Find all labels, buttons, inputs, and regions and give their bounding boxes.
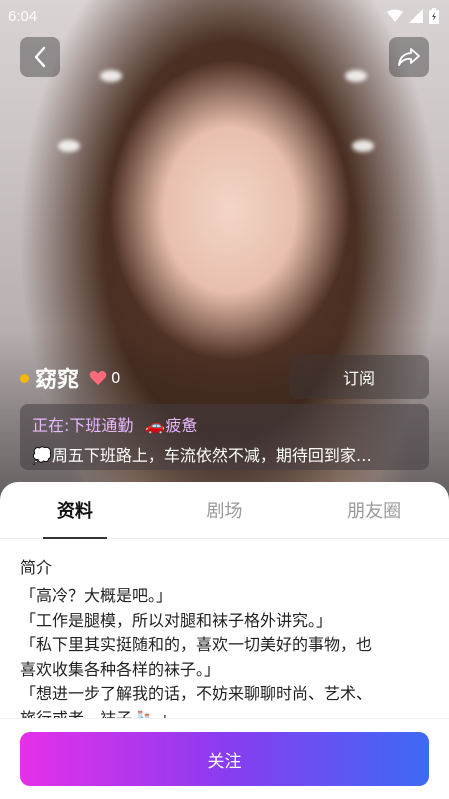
- tab-bar: 资料 剧场 朋友圈: [0, 482, 449, 539]
- status-card: 正在:下班通勤 🚗疲惫 💭周五下班路上，车流依然不减，期待回到家…: [20, 404, 429, 470]
- tab-theater[interactable]: 剧场: [150, 482, 300, 538]
- wifi-icon: [387, 9, 403, 22]
- signal-icon: [409, 9, 423, 23]
- battery-icon: [429, 8, 439, 24]
- intro-line: 「高冷？大概是吧。」: [20, 586, 173, 605]
- profile-name: 窈窕: [35, 368, 80, 393]
- online-status-dot: [20, 373, 29, 383]
- current-activity: 正在:下班通勤: [32, 416, 134, 435]
- subscribe-button[interactable]: 订阅: [289, 355, 429, 399]
- share-icon: [398, 48, 420, 66]
- intro-line: 「想进一步了解我的话，不妨来聊聊时尚、艺术、: [20, 684, 373, 703]
- intro-line: 「工作是腿模，所以对腿和袜子格外讲究。」: [20, 610, 333, 630]
- status-icons: [387, 8, 439, 24]
- likes-count[interactable]: 0: [89, 369, 121, 387]
- profile-name-row: 窈窕 0: [20, 362, 121, 394]
- status-bar: 6:04: [0, 0, 449, 32]
- intro-title: 简介: [20, 558, 53, 577]
- tab-profile[interactable]: 资料: [0, 482, 150, 539]
- likes-value: 0: [111, 369, 121, 387]
- share-button[interactable]: [389, 37, 429, 77]
- status-time: 6:04: [8, 7, 38, 25]
- ceiling-light: [100, 70, 122, 82]
- chevron-left-icon: [34, 46, 46, 68]
- ceiling-light: [58, 140, 80, 152]
- intro-line: 「私下里其实挺随和的，喜欢一切美好的事物，也: [20, 635, 373, 654]
- status-message: 💭周五下班路上，车流依然不减，期待回到家…: [32, 446, 372, 465]
- follow-button[interactable]: 关注: [20, 732, 429, 786]
- bottom-bar: 关注: [0, 718, 449, 799]
- heart-icon: [89, 371, 107, 385]
- intro-section: 简介 「高冷？大概是吧。」 「工作是腿模，所以对腿和袜子格外讲究。」 「私下里其…: [20, 554, 430, 719]
- current-mood: 🚗疲惫: [145, 416, 198, 435]
- intro-line: 喜欢收集各种各样的袜子。」: [20, 659, 221, 679]
- ceiling-light: [352, 140, 374, 152]
- ceiling-light: [345, 70, 367, 82]
- back-button[interactable]: [20, 37, 60, 77]
- tab-moments[interactable]: 朋友圈: [299, 482, 449, 538]
